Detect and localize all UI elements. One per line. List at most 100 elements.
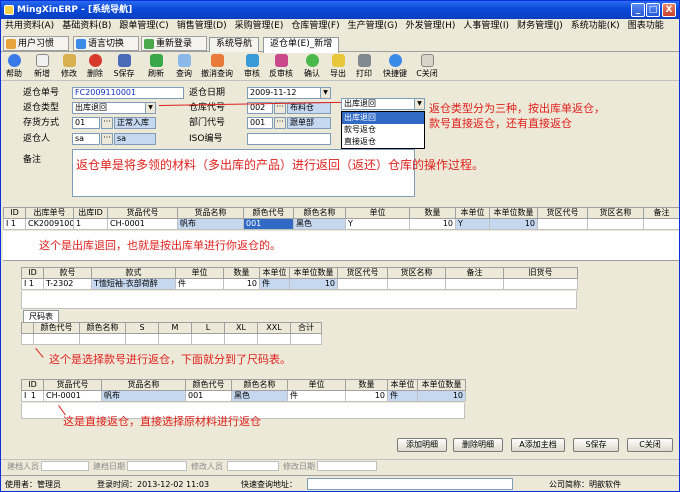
return-no-field[interactable]: FC2009110001	[72, 87, 184, 99]
menu-finance[interactable]: 财务管理(J)	[513, 19, 567, 34]
app-window: MingXinERP - [系统导航] _ □ X 共用资料(A) 基础资料(B)…	[0, 0, 680, 492]
refresh-button[interactable]: 刷新	[144, 54, 168, 80]
table-row[interactable]: I 1 CH-0001 帆布 001 黑色件 10 件 10	[21, 390, 466, 402]
table-row[interactable]: I 1 CK20091000011CH-0001帆布001黑色Y10Y10	[3, 218, 679, 230]
save-button[interactable]: S保存	[573, 438, 619, 452]
menu-outsource[interactable]: 外发管理(H)	[402, 19, 460, 34]
close-tool-button[interactable]: C关闭	[413, 54, 441, 80]
menu-order[interactable]: 跟单管理(C)	[115, 19, 172, 34]
type-dropdown-header[interactable]: 出库退回 ▼	[341, 98, 425, 110]
unaudit-icon	[274, 54, 288, 67]
creator-label: 建档人员	[7, 462, 39, 471]
menu-system[interactable]: 系统功能(K)	[567, 19, 624, 34]
quick-query-input[interactable]	[307, 478, 513, 490]
create-date-field	[127, 461, 187, 471]
outbound-grid-header: ID 出库单号 出库ID 货品代号 货品名称 颜色代号 颜色名称 单位 数量 本单位 本单位数量 货区…	[3, 207, 679, 219]
menu-charts[interactable]: 图表功能	[624, 19, 668, 34]
type-select[interactable]: 出库退回 ▼	[72, 102, 156, 114]
save-tool-button[interactable]: S保存	[111, 54, 137, 80]
tab-bar: 用户习惯 语言切换 重新登录 系统导航 返仓单(E)_新增	[1, 35, 679, 53]
menu-hr[interactable]: 人事管理(I)	[459, 19, 513, 34]
shortcut-button[interactable]: 快捷键	[381, 54, 409, 80]
type-annotation-line2: 款号直接返仓，还有直接返仓	[429, 117, 572, 130]
type-annotation-line1: 返仓类型分为三种，按出库单返仓，	[429, 102, 605, 115]
refresh-icon	[149, 54, 163, 67]
dept-code-field[interactable]: 001	[247, 117, 273, 129]
tab-size-table[interactable]: 尺码表	[23, 310, 59, 322]
edit-button[interactable]: 修改	[58, 54, 80, 80]
audit-icon	[245, 54, 259, 67]
app-icon	[4, 5, 14, 15]
close-button[interactable]: X	[662, 3, 676, 17]
chevron-down-icon[interactable]: ▼	[320, 88, 330, 98]
modifier-field	[227, 461, 279, 471]
status-quick-query-label: 快速查询地址：	[241, 480, 297, 489]
person-code-field[interactable]: sa	[72, 133, 100, 145]
menu-sales[interactable]: 销售管理(D)	[173, 19, 231, 34]
dept-lookup-button[interactable]: ···	[274, 117, 286, 129]
size-annotation: 这个是选择款号进行返仓，下面就分到了尺码表。	[49, 353, 291, 366]
new-button[interactable]: 新增	[31, 54, 53, 80]
minimize-button[interactable]: _	[631, 3, 645, 17]
query-button[interactable]: 查询	[173, 54, 195, 80]
dept-name-field: 跟单部	[287, 117, 331, 129]
globe-icon	[76, 39, 86, 49]
title-bar[interactable]: MingXinERP - [系统导航] _ □ X	[1, 1, 679, 19]
table-row[interactable]	[21, 333, 322, 345]
delete-button[interactable]: 删除	[84, 54, 106, 80]
iso-field[interactable]	[247, 133, 331, 145]
audit-button[interactable]: 审核	[241, 54, 263, 80]
help-button[interactable]: 帮助	[4, 54, 24, 80]
menu-purchase[interactable]: 采购管理(E)	[231, 19, 288, 34]
delete-icon	[88, 54, 102, 67]
size-grid: 颜色代号 颜色名称 S M L XL XXL 合计	[21, 322, 322, 345]
maximize-button[interactable]: □	[646, 3, 660, 17]
export-button[interactable]: 导出	[327, 54, 349, 80]
person-lookup-button[interactable]: ···	[101, 133, 113, 145]
user-icon	[6, 39, 16, 49]
remark-annotation: 返仓单是将多领的材料（多出库的产品）进行返回（返还）仓库的操作过程。	[76, 158, 485, 172]
status-user: 使用者：管理员	[5, 480, 61, 489]
cancel-query-button[interactable]: 撤消查询	[199, 54, 235, 80]
refresh-icon	[144, 39, 154, 49]
add-detail-button[interactable]: 添加明细	[397, 438, 447, 452]
tab-return-new[interactable]: 返仓单(E)_新增	[263, 37, 340, 53]
direct-grid-annotation: 这是直接返仓，直接选择原材料进行返仓	[63, 415, 261, 428]
print-icon	[357, 54, 371, 67]
modify-date-field	[317, 461, 377, 471]
menu-production[interactable]: 生产管理(G)	[344, 19, 402, 34]
menu-common[interactable]: 共用资料(A)	[1, 19, 58, 34]
confirm-button[interactable]: 确认	[301, 54, 323, 80]
search-icon	[177, 54, 191, 67]
menu-warehouse[interactable]: 仓库管理(F)	[287, 19, 343, 34]
chevron-down-icon[interactable]: ▼	[145, 103, 155, 113]
status-company: 公司简称：明歆软件	[549, 480, 621, 489]
add-style-button[interactable]: A添加主档	[511, 438, 565, 452]
delete-detail-button[interactable]: 删除明细	[453, 438, 503, 452]
table-row[interactable]: I 1 T-2302 T恤短袖-衣部荷醉件 10 件 10	[21, 278, 578, 290]
stock-code-field[interactable]: 01	[72, 117, 100, 129]
relogin-button[interactable]: 重新登录	[141, 36, 207, 51]
help-icon	[7, 54, 21, 67]
type-option-style-return[interactable]: 款号返仓	[342, 124, 424, 136]
menu-basic[interactable]: 基础资料(B)	[58, 19, 115, 34]
user-habit-button[interactable]: 用户习惯	[3, 36, 69, 51]
size-table-tabbar: 尺码表	[21, 310, 577, 322]
new-doc-icon	[35, 54, 49, 67]
direct-grid-header: ID 货品代号 货品名称 颜色代号 颜色名称 单位 数量 本单位 本单位数量	[21, 379, 466, 391]
modify-date-label: 修改日期	[283, 462, 315, 471]
type-option-outbound-return[interactable]: 出库退回	[342, 112, 424, 124]
stock-lookup-button[interactable]: ···	[101, 117, 113, 129]
type-option-direct-return[interactable]: 直接返仓	[342, 136, 424, 148]
chevron-down-icon[interactable]: ▼	[414, 99, 424, 109]
close-form-button[interactable]: C关闭	[627, 438, 673, 452]
confirm-icon	[305, 54, 319, 67]
style-grid: ID 款号 款式 单位 数量 本单位 本单位数量 货区代号 货区名称 备注 旧货号 I 1 T-23…	[21, 267, 578, 290]
audit-footer: 建档人员 建档日期 修改人员 修改日期	[1, 459, 679, 472]
language-button[interactable]: 语言切换	[73, 36, 139, 51]
tab-system-nav[interactable]: 系统导航	[209, 37, 260, 52]
print-button[interactable]: 打印	[353, 54, 375, 80]
unaudit-button[interactable]: 反审核	[267, 54, 295, 80]
return-date-field[interactable]: 2009-11-12 ▼	[247, 87, 331, 99]
window-title: MingXinERP - [系统导航]	[17, 5, 133, 15]
